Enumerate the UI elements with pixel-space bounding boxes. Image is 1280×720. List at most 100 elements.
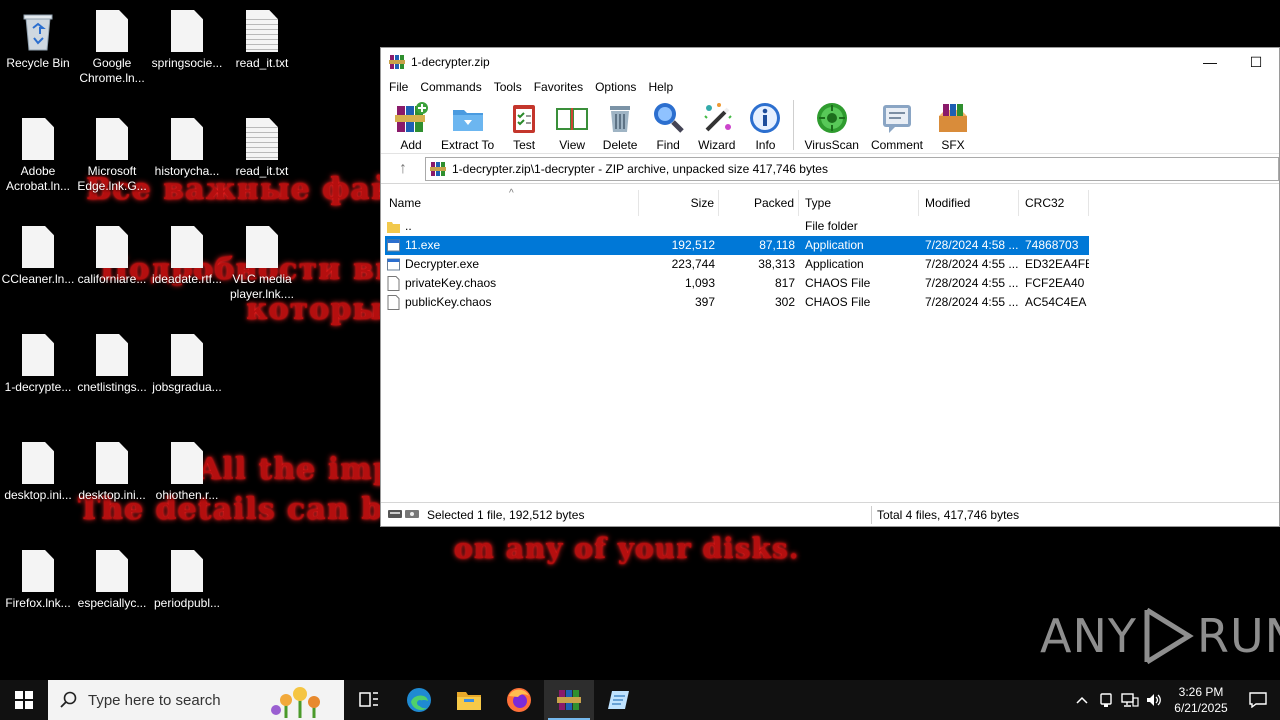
desktop-icon[interactable]: periodpubl... xyxy=(149,550,225,611)
desktop-icon[interactable]: californiare... xyxy=(74,226,150,287)
winrar-taskbar-button[interactable] xyxy=(544,680,594,720)
winrar-window: 1-decrypter.zip — ☐ File Commands Tools … xyxy=(380,47,1280,527)
comment-button[interactable]: Comment xyxy=(865,98,929,152)
file-icon xyxy=(95,10,129,52)
title-bar[interactable]: 1-decrypter.zip — ☐ xyxy=(381,48,1279,76)
tray-volume-icon[interactable] xyxy=(1142,692,1166,708)
file-explorer-taskbar-button[interactable] xyxy=(444,680,494,720)
wizard-button[interactable]: Wizard xyxy=(692,98,741,152)
status-bar: Selected 1 file, 192,512 bytes Total 4 f… xyxy=(381,502,1279,526)
file-row[interactable]: .. File folder xyxy=(385,217,1089,236)
window-title: 1-decrypter.zip xyxy=(411,55,490,69)
ransom-text-line: on any of your disks. xyxy=(454,532,800,565)
file-packed: 87,118 xyxy=(759,238,795,252)
start-button[interactable] xyxy=(0,680,48,720)
search-icon xyxy=(60,691,77,708)
desktop-icon[interactable]: Google Chrome.ln... xyxy=(74,10,150,86)
up-arrow-icon[interactable]: ↑ xyxy=(381,160,425,178)
notes-taskbar-button[interactable] xyxy=(594,680,644,720)
desktop-icon[interactable]: historycha... xyxy=(149,118,225,179)
desktop-icon-label: ideadate.rtf... xyxy=(151,272,223,286)
taskbar-clock[interactable]: 3:26 PM 6/21/2025 xyxy=(1166,684,1236,716)
sfx-button[interactable]: SFX xyxy=(929,98,977,152)
file-crc32: 74868703 xyxy=(1025,238,1079,252)
file-icon xyxy=(21,118,55,160)
info-icon xyxy=(750,103,781,133)
desktop-icon[interactable]: jobsgradua... xyxy=(149,334,225,395)
desktop-icon[interactable]: ideadate.rtf... xyxy=(149,226,225,287)
file-type: Application xyxy=(805,238,864,252)
maximize-button[interactable]: ☐ xyxy=(1233,48,1279,76)
desktop-icon[interactable]: desktop.ini... xyxy=(74,442,150,503)
desktop-icon[interactable]: especiallyc... xyxy=(74,550,150,611)
column-header-name[interactable]: Name ^ xyxy=(385,188,639,216)
desktop-icon[interactable]: VLC media player.lnk.... xyxy=(224,226,300,302)
desktop-icon[interactable]: read_it.txt xyxy=(224,10,300,71)
tray-device-icon[interactable] xyxy=(1094,692,1118,708)
desktop-icon[interactable]: CCleaner.ln... xyxy=(0,226,76,287)
file-row[interactable]: Decrypter.exe 223,744 38,313 Application 7/2… xyxy=(385,255,1089,274)
menu-file[interactable]: File xyxy=(383,80,414,94)
folder-icon xyxy=(387,222,400,233)
file-type: CHAOS File xyxy=(805,295,871,309)
desktop-icon[interactable]: cnetlistings... xyxy=(74,334,150,395)
firefox-taskbar-button[interactable] xyxy=(494,680,544,720)
column-header-type[interactable]: Type xyxy=(799,190,919,216)
test-button[interactable]: Test xyxy=(500,98,548,152)
comment-icon xyxy=(882,105,911,133)
virusscan-button[interactable]: VirusScan xyxy=(798,98,864,152)
file-size: 223,744 xyxy=(671,257,715,271)
file-packed: 38,313 xyxy=(758,257,795,271)
delete-button[interactable]: Delete xyxy=(596,98,644,152)
info-button[interactable]: Info xyxy=(741,98,789,152)
tray-network-icon[interactable] xyxy=(1118,692,1142,708)
notifications-button[interactable] xyxy=(1236,692,1280,708)
desktop-icon-label: jobsgradua... xyxy=(152,380,222,394)
desktop-icon-label: Adobe Acrobat.ln... xyxy=(5,164,71,193)
desktop-icon[interactable]: Microsoft Edge.lnk.G... xyxy=(74,118,150,194)
desktop-icon[interactable]: ohiothen.r... xyxy=(149,442,225,503)
desktop-icon-label: Microsoft Edge.lnk.G... xyxy=(77,164,147,193)
column-header-size[interactable]: Size xyxy=(639,190,719,216)
view-button[interactable]: View xyxy=(548,98,596,152)
desktop-icon[interactable]: springsocie... xyxy=(149,10,225,71)
desktop-icon[interactable]: Recycle Bin xyxy=(0,10,76,71)
file-icon xyxy=(245,226,279,268)
desktop-icon[interactable]: Adobe Acrobat.ln... xyxy=(0,118,76,194)
column-header-crc32[interactable]: CRC32 xyxy=(1019,190,1089,216)
task-view-button[interactable] xyxy=(344,680,394,720)
device-icon xyxy=(1100,693,1112,707)
file-row[interactable]: 11.exe 192,512 87,118 Application 7/28/2024 … xyxy=(385,236,1089,255)
desktop-icon-label: Google Chrome.ln... xyxy=(79,56,145,85)
menu-help[interactable]: Help xyxy=(642,80,679,94)
firefox-icon xyxy=(507,688,531,712)
extract-to-button[interactable]: Extract To xyxy=(435,98,500,152)
find-button[interactable]: Find xyxy=(644,98,692,152)
column-header-modified[interactable]: Modified xyxy=(919,190,1019,216)
menu-favorites[interactable]: Favorites xyxy=(528,80,589,94)
archive-path-field[interactable]: 1-decrypter.zip\1-decrypter - ZIP archiv… xyxy=(425,156,1279,181)
trash-icon xyxy=(610,106,631,132)
desktop-icon[interactable]: desktop.ini... xyxy=(0,442,76,503)
taskbar-search-box[interactable]: Type here to search xyxy=(48,680,344,720)
winrar-icon xyxy=(557,690,581,710)
add-button[interactable]: Add xyxy=(387,98,435,152)
file-row[interactable]: publicKey.chaos 397 302 CHAOS File 7/28/2024… xyxy=(385,293,1089,312)
file-name: 11.exe xyxy=(405,238,441,252)
menu-commands[interactable]: Commands xyxy=(414,80,487,94)
desktop-icon-label: VLC media player.lnk.... xyxy=(229,272,295,301)
file-icon xyxy=(95,226,129,268)
show-hidden-icons-button[interactable] xyxy=(1070,696,1094,704)
menu-options[interactable]: Options xyxy=(589,80,642,94)
desktop-icon[interactable]: 1-decrypte... xyxy=(0,334,76,395)
desktop-icon[interactable]: Firefox.lnk... xyxy=(0,550,76,611)
column-header-packed[interactable]: Packed xyxy=(719,190,799,216)
status-selected: Selected 1 file, 192,512 bytes xyxy=(427,507,585,522)
edge-taskbar-button[interactable] xyxy=(394,680,444,720)
menu-tools[interactable]: Tools xyxy=(488,80,528,94)
file-row[interactable]: privateKey.chaos 1,093 817 CHAOS File 7/28/2… xyxy=(385,274,1089,293)
file-name: Decrypter.exe xyxy=(405,257,480,271)
sfx-box-icon xyxy=(938,104,967,132)
desktop-icon[interactable]: read_it.txt xyxy=(224,118,300,179)
minimize-button[interactable]: — xyxy=(1187,48,1233,76)
